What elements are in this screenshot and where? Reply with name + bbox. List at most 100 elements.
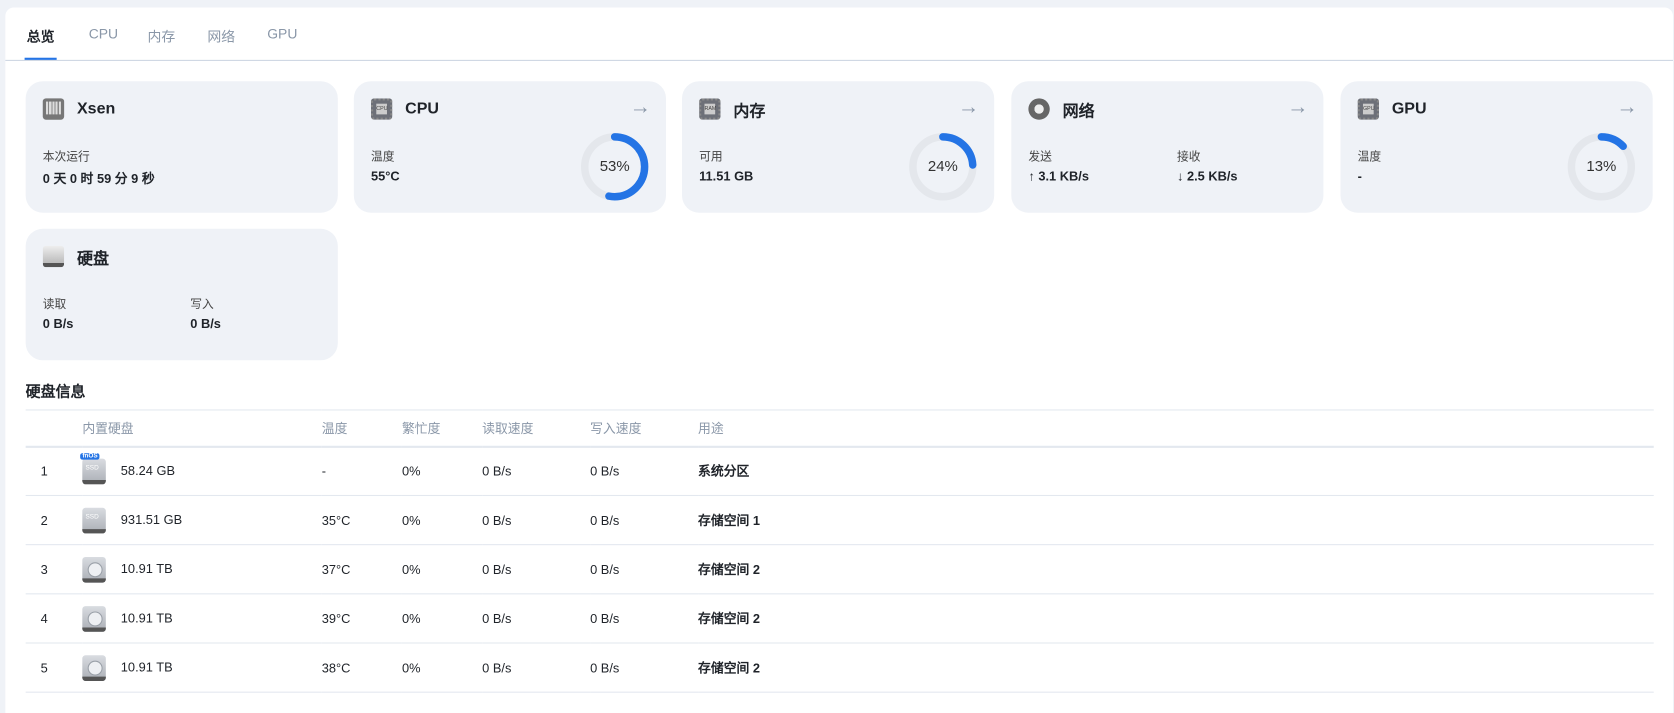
card-title: GPU (1391, 99, 1427, 118)
temp-value: - (1357, 168, 1362, 184)
tab-overview[interactable]: 总览 (24, 26, 57, 60)
row-index: 5 (25, 643, 83, 693)
gpu-card[interactable]: GPU GPU → 温度 - 13% (1340, 81, 1653, 213)
disk-write: 0 B/s (590, 446, 699, 497)
disk-busy: 0% (401, 643, 483, 693)
disk-read: 0 B/s (482, 544, 591, 595)
network-card[interactable]: 网络 → 发送 ↑ 3.1 KB/s 接收 ↓ 2.5 KB/s (1011, 81, 1324, 213)
ssd-icon: fnOS (80, 452, 106, 484)
disk-size: 58.24 GB (120, 462, 175, 478)
disk-cell: 931.51 GB (82, 495, 322, 546)
send-label: 发送 (1028, 150, 1052, 164)
hdd-icon (82, 605, 106, 632)
disk-size: 10.91 TB (120, 659, 173, 675)
col-temp: 温度 (321, 409, 402, 448)
usage-text: 53% (599, 157, 630, 175)
disk-cell: 10.91 TB (82, 593, 322, 644)
disk-temp: - (321, 446, 402, 497)
usage-text: 13% (1586, 157, 1617, 175)
disk-cell: 10.91 TB (82, 643, 322, 693)
disk-write: 0 B/s (590, 495, 699, 546)
disk-busy: 0% (401, 446, 483, 497)
disk-temp: 38°C (321, 643, 402, 693)
disk-temp: 35°C (321, 495, 402, 546)
usage-donut: 53% (580, 133, 649, 201)
cpu-icon: CPU (370, 98, 393, 120)
disk-card: 硬盘 读取 0 B/s 写入 0 B/s (25, 228, 338, 361)
usage-text: 24% (927, 157, 958, 175)
fnos-badge: fnOS (80, 452, 100, 460)
col-usage: 用途 (698, 409, 1654, 448)
arrow-right-icon[interactable]: → (958, 95, 979, 120)
card-title: Xsen (76, 99, 116, 118)
table-row[interactable]: 3 10.91 TB 37°C 0% 0 B/s 0 B/s 存储空间 2 (25, 544, 1654, 595)
table-row[interactable]: 1 fnOS 58.24 GB - 0% 0 B/s 0 B/s 系统分区 (25, 446, 1654, 497)
disk-table: 内置硬盘 温度 繁忙度 读取速度 写入速度 用途 1 fnOS 58.24 GB … (25, 409, 1654, 693)
disk-size: 931.51 GB (120, 511, 183, 527)
tab-network[interactable]: 网络 (207, 26, 235, 46)
section-title: 硬盘信息 (25, 382, 86, 400)
disk-icon (42, 245, 65, 268)
disk-usage: 系统分区 (698, 446, 1654, 497)
disk-cell: 10.91 TB (82, 544, 322, 595)
table-row[interactable]: 4 10.91 TB 39°C 0% 0 B/s 0 B/s 存储空间 2 (25, 593, 1654, 644)
tab-memory[interactable]: 内存 (148, 26, 176, 46)
server-icon (42, 98, 65, 120)
col-index (25, 409, 83, 448)
send-value: ↑ 3.1 KB/s (1028, 168, 1089, 184)
disk-write: 0 B/s (590, 544, 699, 595)
gpu-chip-label: GPU (1362, 103, 1375, 115)
system-card: Xsen 本次运行 0 天 0 时 59 分 9 秒 (25, 81, 338, 213)
disk-usage: 存储空间 2 (698, 593, 1654, 644)
disk-busy: 0% (401, 544, 483, 595)
col-disk: 内置硬盘 (82, 409, 322, 448)
arrow-right-icon[interactable]: → (1616, 95, 1637, 120)
table-row[interactable]: 5 10.91 TB 38°C 0% 0 B/s 0 B/s 存储空间 2 (25, 643, 1654, 693)
cpu-chip-label: CPU (376, 103, 388, 115)
receive-value: ↓ 2.5 KB/s (1176, 168, 1238, 184)
hdd-icon (82, 654, 106, 681)
temp-value: 55°C (370, 168, 400, 184)
row-index: 3 (25, 544, 83, 595)
available-label: 可用 (699, 150, 723, 164)
read-value: 0 B/s (42, 316, 74, 332)
write-label: 写入 (190, 298, 214, 312)
tab-gpu[interactable]: GPU (267, 26, 297, 42)
disk-read: 0 B/s (482, 495, 591, 546)
globe-icon (1028, 98, 1050, 120)
disk-size: 10.91 TB (120, 610, 173, 626)
memory-card[interactable]: RAM 内存 → 可用 11.51 GB 24% (682, 81, 995, 213)
temp-label: 温度 (370, 150, 395, 164)
cpu-card[interactable]: CPU CPU → 温度 55°C 53% (353, 81, 666, 213)
temp-label: 温度 (1357, 150, 1382, 164)
row-index: 4 (25, 593, 83, 644)
disk-temp: 39°C (321, 593, 402, 644)
disk-read: 0 B/s (482, 446, 591, 497)
card-title: CPU (405, 99, 440, 118)
uptime-value: 0 天 0 时 59 分 9 秒 (42, 171, 155, 187)
uptime-label: 本次运行 (42, 150, 90, 164)
usage-donut: 13% (1567, 133, 1636, 201)
card-title: 硬盘 (76, 250, 110, 269)
available-value: 11.51 GB (699, 168, 754, 184)
ram-icon: RAM (699, 98, 721, 120)
arrow-right-icon[interactable]: → (630, 95, 651, 120)
tab-cpu[interactable]: CPU (89, 26, 118, 42)
gpu-icon: GPU (1357, 98, 1380, 120)
disk-busy: 0% (401, 495, 483, 546)
col-busy: 繁忙度 (401, 409, 483, 448)
disk-temp: 37°C (321, 544, 402, 595)
tab-bar: 总览 CPU 内存 网络 GPU (5, 7, 1673, 61)
col-read: 读取速度 (482, 409, 591, 448)
write-value: 0 B/s (190, 316, 221, 332)
disk-busy: 0% (401, 593, 483, 644)
table-row[interactable]: 2 931.51 GB 35°C 0% 0 B/s 0 B/s 存储空间 1 (25, 495, 1654, 546)
usage-donut: 24% (909, 133, 977, 201)
arrow-right-icon[interactable]: → (1287, 95, 1308, 120)
ram-chip-label: RAM (704, 103, 716, 115)
row-index: 1 (25, 446, 83, 497)
ssd-icon (82, 507, 106, 533)
disk-size: 10.91 TB (120, 560, 173, 576)
disk-usage: 存储空间 2 (698, 544, 1654, 595)
table-header: 内置硬盘 温度 繁忙度 读取速度 写入速度 用途 (25, 409, 1654, 448)
